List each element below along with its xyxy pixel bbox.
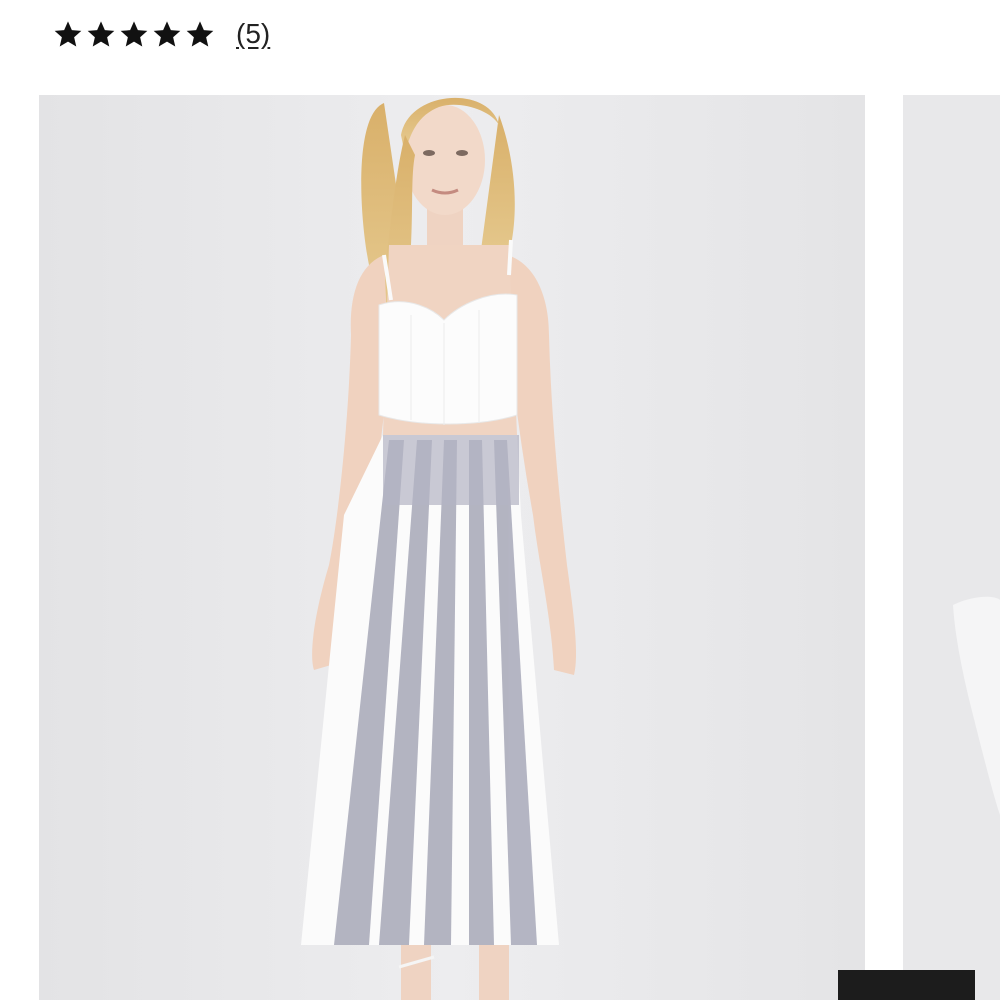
model-photo — [39, 95, 865, 1000]
star-rating — [52, 18, 216, 50]
product-main-image[interactable] — [39, 95, 865, 1000]
star-icon — [52, 18, 84, 50]
product-next-image[interactable] — [903, 95, 1000, 1000]
bottom-action-button[interactable] — [838, 970, 975, 1000]
review-count-link[interactable]: (5) — [236, 18, 270, 50]
product-rating: (5) — [52, 14, 270, 54]
star-icon — [184, 18, 216, 50]
next-image-preview — [903, 95, 1000, 1000]
star-icon — [85, 18, 117, 50]
star-icon — [151, 18, 183, 50]
star-icon — [118, 18, 150, 50]
